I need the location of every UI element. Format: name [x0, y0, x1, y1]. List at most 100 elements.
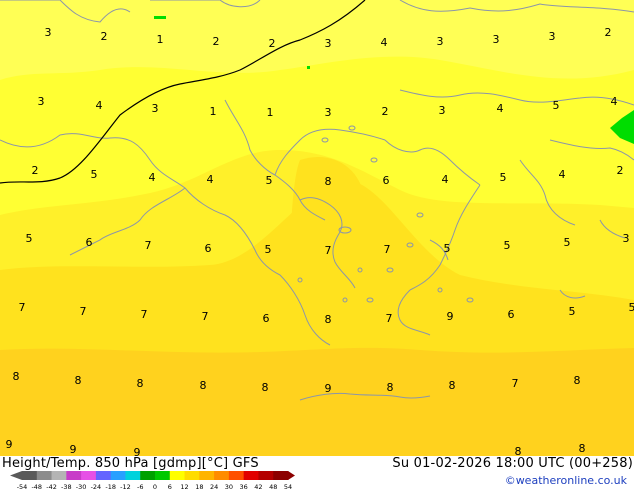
contour-label: 5 [444, 242, 451, 255]
colorbar-tick-label: 54 [284, 483, 292, 490]
contour-label: 8 [574, 374, 581, 387]
contour-label: 3 [325, 37, 332, 50]
colorbar-segment [95, 471, 112, 480]
colorbar-tick-label: 24 [210, 483, 218, 490]
contour-label: 7 [202, 310, 209, 323]
contour-label: 4 [207, 173, 214, 186]
colorbar-segment [22, 471, 38, 480]
contour-label: 7 [386, 312, 393, 325]
contour-label: 4 [149, 171, 156, 184]
map-footer: Height/Temp. 850 hPa [gdmp][°C] GFS Su 0… [0, 456, 634, 490]
contour-label: 2 [32, 164, 39, 177]
colorbar-tick-label: -42 [46, 483, 57, 490]
contour-label: 2 [382, 105, 389, 118]
colorbar-arrow-right [288, 471, 295, 480]
contour-label: 6 [383, 174, 390, 187]
colorbar-segment [214, 471, 230, 480]
credit-link[interactable]: ©weatheronline.co.uk [505, 474, 627, 487]
weather-map: 3212234333234311323454254458645425676577… [0, 0, 634, 490]
colorbar-segment [169, 471, 186, 480]
colorbar-segment [155, 471, 171, 480]
colorbar-tick-label: -6 [137, 483, 143, 490]
contour-label: 8 [325, 175, 332, 188]
colorbar-tick-label: -54 [17, 483, 28, 490]
colorbar-segment [199, 471, 215, 480]
contour-label: 4 [381, 36, 388, 49]
colorbar-segment [140, 471, 156, 480]
contour-label: 3 [439, 104, 446, 117]
contour-label: 1 [157, 33, 164, 46]
contour-label: 7 [141, 308, 148, 321]
colorbar-tick-label: 36 [240, 483, 248, 490]
colorbar-arrow-left [10, 471, 22, 480]
contour-label: 4 [497, 102, 504, 115]
colorbar-segment [228, 471, 245, 480]
contour-label: 6 [86, 236, 93, 249]
colorbar-tick-label: -24 [91, 483, 102, 490]
contour-label: 5 [569, 305, 576, 318]
contour-label: 2 [101, 30, 108, 43]
contour-label: 2 [269, 37, 276, 50]
green-speck-north [154, 16, 166, 19]
colorbar-tick-label: -30 [76, 483, 87, 490]
contour-label: 7 [512, 377, 519, 390]
colorbar-segment [273, 471, 289, 480]
colorbar-segment [125, 471, 141, 480]
colorbar-segment [66, 471, 82, 480]
contour-label: 5 [265, 243, 272, 256]
contour-label: 8 [449, 379, 456, 392]
contour-label: 5 [504, 239, 511, 252]
valid-time: Su 01-02-2026 18:00 UTC (00+258) [392, 456, 633, 471]
contour-label: 7 [80, 305, 87, 318]
contour-label: 7 [325, 244, 332, 257]
colorbar-segment [243, 471, 259, 480]
contour-label: 5 [553, 99, 560, 112]
contour-label: 4 [559, 168, 566, 181]
green-speck-center [307, 66, 310, 69]
contour-label: 8 [75, 374, 82, 387]
colorbar-tick-label: 48 [269, 483, 277, 490]
contour-label: 8 [387, 381, 394, 394]
contour-label: 7 [145, 239, 152, 252]
contour-label: 3 [623, 232, 630, 245]
colorbar-tick-label: -18 [105, 483, 116, 490]
contour-label: 4 [96, 99, 103, 112]
contour-label: 4 [611, 95, 618, 108]
temperature-colorbar: -54 -48 -42 -38 -30 -24 -18 -12 -6 0 6 12 18 24 30 36 42… [10, 471, 295, 490]
contour-label: 9 [6, 438, 13, 451]
map-canvas: 3 2 1 2 2 3 4 3 3 3 2 3 4 3 1 1 3 2 3 4 5 4 2 5 4 4 5 8 6 4 5 4 2 5 6 7 6 5 7 7… [0, 0, 634, 459]
contour-label: 8 [137, 377, 144, 390]
contour-label: 7 [384, 243, 391, 256]
contour-label: 3 [45, 26, 52, 39]
colorbar-segment [110, 471, 126, 480]
contour-label: 3 [38, 95, 45, 108]
contour-label: 2 [605, 26, 612, 39]
colorbar-tick-label: -38 [61, 483, 72, 490]
contour-label: 6 [205, 242, 212, 255]
contour-label: 1 [267, 106, 274, 119]
contour-label: 6 [508, 308, 515, 321]
contour-label: 9 [325, 382, 332, 395]
contour-label: 8 [262, 381, 269, 394]
colorbar-tick-label: 42 [254, 483, 262, 490]
contour-label: 9 [70, 443, 77, 456]
colorbar-tick-label: -48 [31, 483, 42, 490]
colorbar-tick-label: 12 [180, 483, 188, 490]
colorbar-segment [258, 471, 274, 480]
contour-label: 8 [200, 379, 207, 392]
contour-label: 5 [500, 171, 507, 184]
contour-label: 3 [549, 30, 556, 43]
contour-label: 7 [19, 301, 26, 314]
contour-label: 6 [263, 312, 270, 325]
colorbar-tick-label: 6 [168, 483, 172, 490]
colorbar-tick-label: -12 [120, 483, 131, 490]
contour-label: 5 [91, 168, 98, 181]
contour-label: 8 [579, 442, 586, 455]
temp-field-band-8 [0, 347, 634, 458]
contour-label: 8 [325, 313, 332, 326]
contour-label: 2 [213, 35, 220, 48]
colorbar-segment [36, 471, 53, 480]
contour-label: 2 [617, 164, 624, 177]
colorbar-segment [184, 471, 200, 480]
colorbar-segment [81, 471, 97, 480]
